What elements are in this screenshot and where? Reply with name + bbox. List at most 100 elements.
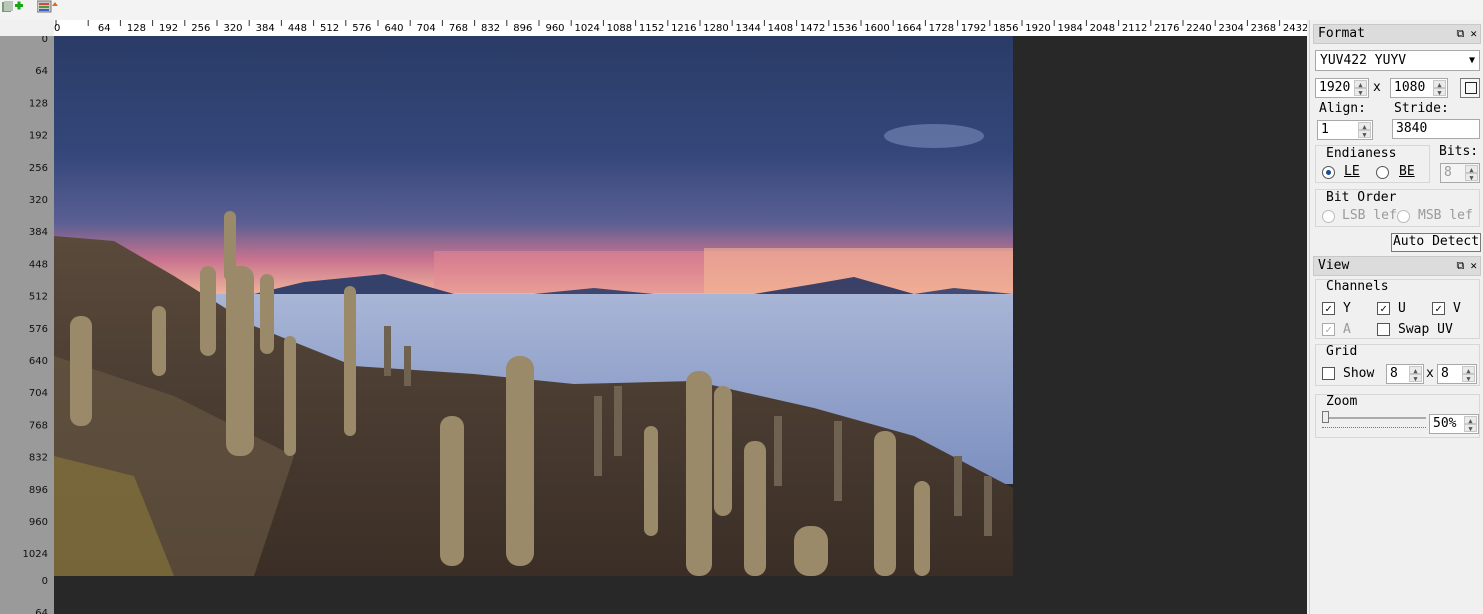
a-checkbox[interactable]: ✓ [1322, 323, 1335, 336]
be-radio[interactable] [1376, 166, 1389, 179]
grid-show-label: Show [1343, 366, 1375, 381]
close-icon[interactable]: ✕ [1470, 27, 1477, 40]
ruler-label: 576 [352, 23, 371, 34]
ruler-label: 1536 [832, 23, 857, 34]
ruler-label: 704 [417, 23, 436, 34]
swap-uv-checkbox[interactable] [1377, 323, 1390, 336]
ruler-label: 512 [320, 23, 339, 34]
ruler-label: 448 [29, 259, 48, 270]
grid-show-checkbox[interactable] [1322, 367, 1335, 380]
lsb-label[interactable]: LSB lef [1342, 208, 1397, 223]
le-radio[interactable] [1322, 166, 1335, 179]
spin-arrows[interactable]: ▲ ▼ [1465, 165, 1478, 182]
swap-uv-label: Swap UV [1398, 322, 1453, 337]
ruler-label: 1088 [607, 23, 632, 34]
channels-group: Channels ✓ Y ✓ U ✓ V ✓ A Swap UV [1315, 279, 1480, 339]
ruler-label: 192 [159, 23, 178, 34]
format-title: Format [1318, 26, 1365, 41]
be-label[interactable]: BE [1399, 164, 1415, 179]
spin-arrows[interactable]: ▲ ▼ [1358, 122, 1371, 139]
grid-y-value: 8 [1441, 366, 1449, 381]
width-spinbox[interactable]: 1920 ▲ ▼ [1315, 78, 1369, 98]
vertical-ruler: 0 64 128 192 256 320 384 448 512 576 640 704 768 832 8… [0, 36, 54, 614]
v-checkbox[interactable]: ✓ [1432, 302, 1445, 315]
align-spinbox[interactable]: 1 ▲ ▼ [1317, 120, 1373, 140]
ruler-label: 320 [223, 23, 242, 34]
ruler-label: 0 [54, 23, 60, 34]
y-checkbox[interactable]: ✓ [1322, 302, 1335, 315]
ruler-label: 2048 [1090, 23, 1115, 34]
image-canvas[interactable] [54, 36, 1307, 614]
ruler-label: 2112 [1122, 23, 1147, 34]
ruler-label: 1152 [639, 23, 664, 34]
ruler-label: 64 [35, 608, 48, 614]
grid-y-spinbox[interactable]: 8 ▲ ▼ [1437, 364, 1477, 384]
bits-spinbox[interactable]: 8 ▲ ▼ [1440, 163, 1480, 183]
pixel-format-select[interactable]: YUV422 YUYV ▼ [1315, 50, 1480, 71]
endianess-group: Endianess LE BE [1315, 145, 1430, 183]
width-value: 1920 [1319, 80, 1351, 95]
le-label[interactable]: LE [1344, 164, 1360, 179]
auto-detect-button[interactable]: Auto Detect [1391, 233, 1481, 252]
zoom-slider-ticks [1322, 427, 1426, 431]
spin-arrows[interactable]: ▲ ▼ [1433, 80, 1446, 97]
zoom-spinbox[interactable]: 50% ▲ ▼ [1429, 414, 1479, 434]
add-file-icon[interactable] [2, 0, 24, 14]
apply-size-button[interactable] [1460, 78, 1480, 98]
zoom-group: Zoom 50% ▲ ▼ [1315, 394, 1480, 438]
spin-arrows[interactable]: ▲ ▼ [1354, 80, 1367, 97]
u-label: U [1398, 301, 1406, 316]
zoom-slider-handle[interactable] [1322, 411, 1329, 423]
ruler-label: 128 [29, 98, 48, 109]
resize-icon [1465, 82, 1477, 94]
ruler-label: 832 [29, 453, 48, 464]
ruler-label: 1600 [864, 23, 889, 34]
float-icon[interactable]: ⧉ [1457, 27, 1465, 40]
ruler-label: 896 [29, 485, 48, 496]
ruler-label: 960 [29, 517, 48, 528]
ruler-label: 512 [29, 292, 48, 303]
ruler-label: 576 [29, 324, 48, 335]
ruler-label: 64 [98, 23, 111, 34]
spin-arrows[interactable]: ▲ ▼ [1464, 416, 1477, 433]
ruler-label: 640 [29, 356, 48, 367]
ruler-label: 384 [29, 227, 48, 238]
ruler-label: 1280 [703, 23, 728, 34]
ruler-label: 320 [29, 195, 48, 206]
bits-label: Bits: [1439, 144, 1479, 159]
msb-label[interactable]: MSB lef [1418, 208, 1473, 223]
decoded-image [54, 36, 1013, 576]
zoom-slider-track[interactable] [1322, 417, 1426, 419]
zoom-title: Zoom [1326, 394, 1358, 409]
ruler-label: 768 [449, 23, 468, 34]
align-label: Align: [1319, 101, 1366, 116]
a-label: A [1343, 322, 1351, 337]
height-spinbox[interactable]: 1080 ▲ ▼ [1390, 78, 1448, 98]
ruler-label: 640 [384, 23, 403, 34]
ruler-label: 2368 [1251, 23, 1276, 34]
convert-icon[interactable] [36, 0, 59, 14]
ruler-label: 0 [42, 36, 48, 45]
grid-group: Grid Show 8 ▲ ▼ x 8 ▲ ▼ [1315, 344, 1480, 386]
endianess-title: Endianess [1326, 146, 1397, 161]
ruler-label: 832 [481, 23, 500, 34]
ruler-label: 384 [256, 23, 275, 34]
spin-arrows[interactable]: ▲ ▼ [1462, 366, 1475, 383]
zoom-value: 50% [1433, 416, 1457, 431]
chevron-down-icon: ▼ [1468, 55, 1475, 66]
view-dock-title: View ⧉ ✕ [1313, 256, 1481, 276]
lsb-radio[interactable] [1322, 210, 1335, 223]
horizontal-ruler: 0 64 128 192 256 320 384 448 512 576 640 704 768 832 8… [54, 20, 1307, 37]
u-checkbox[interactable]: ✓ [1377, 302, 1390, 315]
stride-field[interactable]: 3840 [1392, 119, 1480, 139]
float-icon[interactable]: ⧉ [1457, 259, 1465, 272]
msb-radio[interactable] [1397, 210, 1410, 223]
grid-x-spinbox[interactable]: 8 ▲ ▼ [1386, 364, 1424, 384]
align-value: 1 [1321, 122, 1329, 137]
v-label: V [1453, 301, 1461, 316]
spin-arrows[interactable]: ▲ ▼ [1409, 366, 1422, 383]
y-label: Y [1343, 301, 1351, 316]
bits-value: 8 [1444, 165, 1452, 180]
close-icon[interactable]: ✕ [1470, 259, 1477, 272]
ruler-label: 1408 [768, 23, 793, 34]
